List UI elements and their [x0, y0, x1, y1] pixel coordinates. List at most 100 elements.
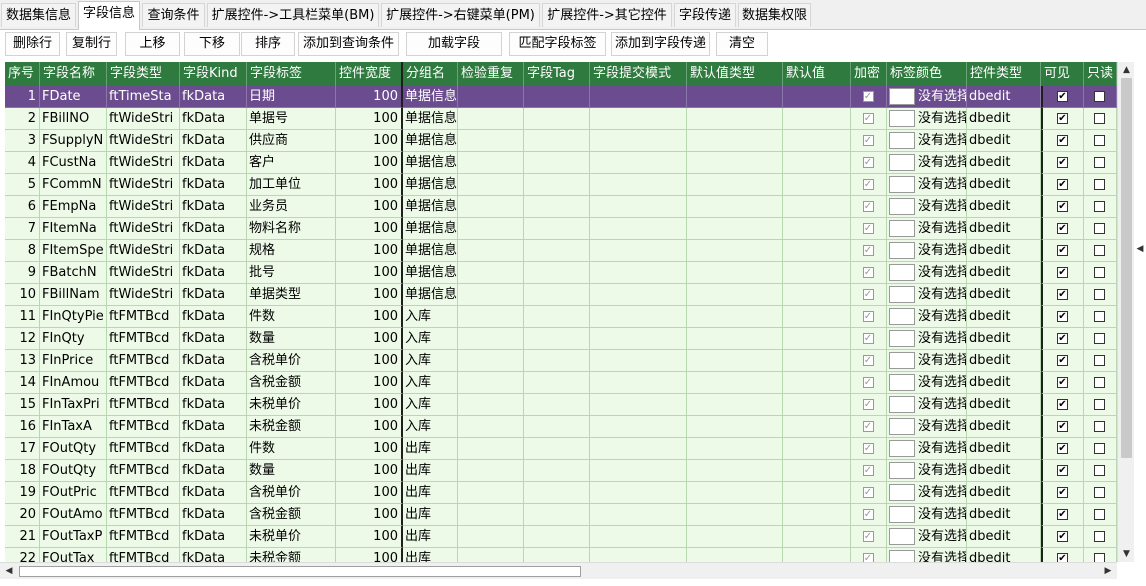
cell-group[interactable]: 入库: [403, 350, 458, 372]
empty-cell[interactable]: [524, 130, 590, 152]
empty-cell[interactable]: [590, 130, 687, 152]
cell-label[interactable]: 供应商: [247, 130, 336, 152]
cell-width[interactable]: 100: [336, 130, 403, 152]
cell-name[interactable]: FItemSpe: [40, 240, 107, 262]
readonly-cell[interactable]: [1084, 152, 1117, 174]
cell-label[interactable]: 含税金额: [247, 504, 336, 526]
empty-cell[interactable]: [458, 152, 524, 174]
color-swatch[interactable]: [889, 528, 915, 545]
empty-cell[interactable]: [458, 240, 524, 262]
cell-type[interactable]: ftFMTBcd: [107, 372, 180, 394]
cell-ctrl[interactable]: dbedit: [967, 394, 1041, 416]
visible-checkbox[interactable]: ✔: [1057, 178, 1068, 190]
encrypt-cell[interactable]: ✓: [851, 372, 887, 394]
toolbar-button-6[interactable]: 添加到查询条件: [298, 32, 399, 56]
empty-cell[interactable]: [524, 306, 590, 328]
cell-label[interactable]: 数量: [247, 460, 336, 482]
empty-cell[interactable]: [458, 372, 524, 394]
label-color-cell[interactable]: 没有选择: [887, 218, 967, 240]
tab-8[interactable]: 数据集权限: [738, 3, 811, 27]
readonly-checkbox[interactable]: [1094, 90, 1105, 102]
empty-cell[interactable]: [524, 284, 590, 306]
cell-type[interactable]: ftFMTBcd: [107, 350, 180, 372]
cell-ctrl[interactable]: dbedit: [967, 86, 1041, 108]
chevron-left-icon[interactable]: ◀: [1135, 244, 1145, 258]
cell-kind[interactable]: fkData: [180, 416, 247, 438]
encrypt-checkbox[interactable]: ✓: [862, 244, 874, 256]
empty-cell[interactable]: [687, 108, 783, 130]
horizontal-scrollbar[interactable]: ◀ ▶: [0, 562, 1117, 579]
readonly-checkbox[interactable]: [1094, 530, 1105, 542]
visible-cell[interactable]: ✔: [1041, 526, 1084, 548]
cell-label[interactable]: 业务员: [247, 196, 336, 218]
visible-checkbox[interactable]: ✔: [1057, 508, 1068, 520]
table-row[interactable]: 6 FEmpNa ftWideStri fkData 业务员 100 单据信息 ✓ 没有选择 db…: [5, 196, 1117, 218]
table-row[interactable]: 19 FOutPric ftFMTBcd fkData 含税单价 100 出库 ✓ 没有选择 db…: [5, 482, 1117, 504]
empty-cell[interactable]: [458, 306, 524, 328]
cell-type[interactable]: ftWideStri: [107, 262, 180, 284]
tab-3[interactable]: 查询条件: [142, 3, 205, 27]
toolbar-button-10[interactable]: 清空: [716, 32, 768, 56]
column-header-14[interactable]: 标签颜色: [887, 62, 967, 86]
empty-cell[interactable]: [458, 174, 524, 196]
cell-no[interactable]: 2: [5, 108, 40, 130]
empty-cell[interactable]: [687, 306, 783, 328]
empty-cell[interactable]: [590, 306, 687, 328]
cell-no[interactable]: 1: [5, 86, 40, 108]
empty-cell[interactable]: [783, 328, 851, 350]
cell-group[interactable]: 入库: [403, 306, 458, 328]
visible-cell[interactable]: ✔: [1041, 130, 1084, 152]
visible-cell[interactable]: ✔: [1041, 460, 1084, 482]
cell-width[interactable]: 100: [336, 240, 403, 262]
readonly-cell[interactable]: [1084, 372, 1117, 394]
cell-kind[interactable]: fkData: [180, 262, 247, 284]
encrypt-cell[interactable]: ✓: [851, 152, 887, 174]
column-header-10[interactable]: 字段提交模式: [590, 62, 687, 86]
encrypt-checkbox[interactable]: ✓: [862, 530, 874, 542]
cell-name[interactable]: FInQtyPie: [40, 306, 107, 328]
encrypt-cell[interactable]: ✓: [851, 240, 887, 262]
encrypt-cell[interactable]: ✓: [851, 438, 887, 460]
empty-cell[interactable]: [524, 438, 590, 460]
visible-cell[interactable]: ✔: [1041, 174, 1084, 196]
cell-no[interactable]: 8: [5, 240, 40, 262]
cell-no[interactable]: 11: [5, 306, 40, 328]
visible-cell[interactable]: ✔: [1041, 372, 1084, 394]
cell-label[interactable]: 单据号: [247, 108, 336, 130]
readonly-checkbox[interactable]: [1094, 486, 1105, 498]
visible-cell[interactable]: ✔: [1041, 218, 1084, 240]
empty-cell[interactable]: [687, 240, 783, 262]
toolbar-button-1[interactable]: 删除行: [5, 32, 60, 56]
readonly-checkbox[interactable]: [1094, 134, 1105, 146]
cell-label[interactable]: 未税金额: [247, 548, 336, 562]
empty-cell[interactable]: [783, 284, 851, 306]
visible-cell[interactable]: ✔: [1041, 108, 1084, 130]
cell-type[interactable]: ftFMTBcd: [107, 416, 180, 438]
color-swatch[interactable]: [889, 308, 915, 325]
cell-group[interactable]: 出库: [403, 438, 458, 460]
empty-cell[interactable]: [590, 350, 687, 372]
empty-cell[interactable]: [687, 438, 783, 460]
color-swatch[interactable]: [889, 176, 915, 193]
cell-width[interactable]: 100: [336, 482, 403, 504]
cell-ctrl[interactable]: dbedit: [967, 460, 1041, 482]
cell-label[interactable]: 批号: [247, 262, 336, 284]
visible-cell[interactable]: ✔: [1041, 504, 1084, 526]
tab-5[interactable]: 扩展控件->右键菜单(PM): [381, 3, 540, 27]
cell-group[interactable]: 出库: [403, 548, 458, 562]
visible-checkbox[interactable]: ✔: [1057, 486, 1068, 498]
visible-cell[interactable]: ✔: [1041, 240, 1084, 262]
cell-name[interactable]: FOutQty: [40, 438, 107, 460]
cell-ctrl[interactable]: dbedit: [967, 152, 1041, 174]
cell-kind[interactable]: fkData: [180, 350, 247, 372]
encrypt-cell[interactable]: ✓: [851, 284, 887, 306]
scroll-down-icon[interactable]: ▼: [1118, 546, 1135, 562]
label-color-cell[interactable]: 没有选择: [887, 152, 967, 174]
readonly-cell[interactable]: [1084, 482, 1117, 504]
cell-no[interactable]: 18: [5, 460, 40, 482]
color-swatch[interactable]: [889, 88, 915, 105]
empty-cell[interactable]: [524, 86, 590, 108]
readonly-checkbox[interactable]: [1094, 508, 1105, 520]
empty-cell[interactable]: [590, 86, 687, 108]
cell-width[interactable]: 100: [336, 306, 403, 328]
